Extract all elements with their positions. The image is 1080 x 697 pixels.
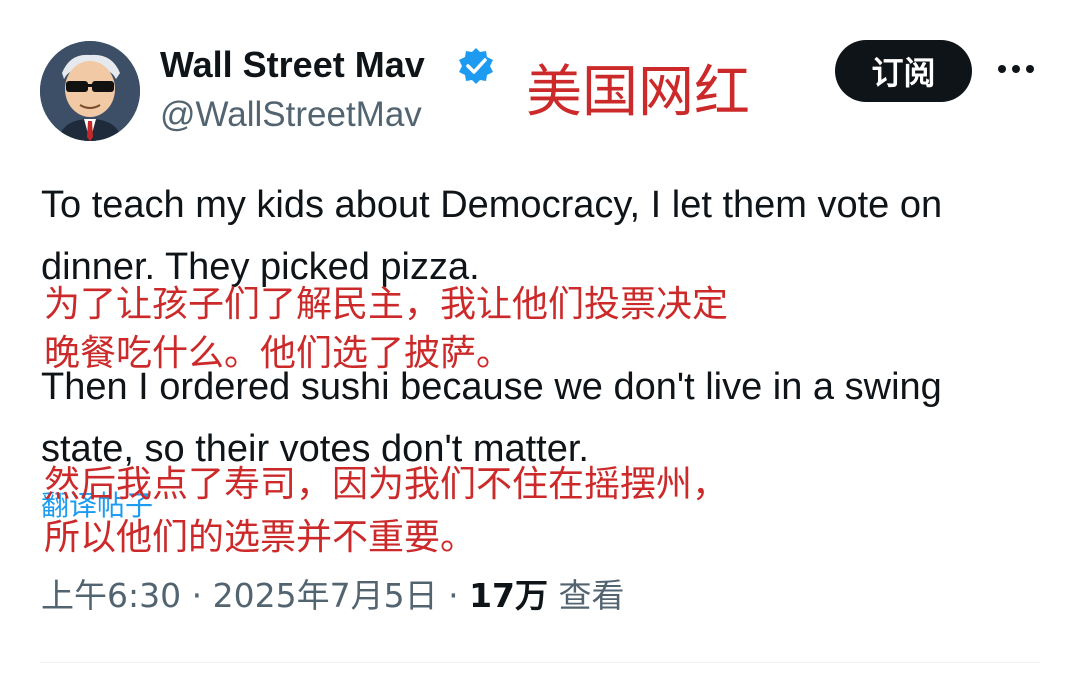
annotation-line: 为了让孩子们了解民主，我让他们投票决定 bbox=[44, 284, 729, 325]
annotation-line: 所以他们的选票并不重要。 bbox=[44, 517, 477, 558]
views-count[interactable]: 17万 bbox=[469, 576, 548, 615]
handle[interactable]: @WallStreetMav bbox=[160, 92, 422, 138]
annotation-line: 然后我点了寿司，因为我们不住在摇摆州， bbox=[44, 464, 729, 505]
subscribe-button[interactable]: 订阅 bbox=[835, 40, 972, 102]
more-horizontal-icon[interactable] bbox=[994, 54, 1038, 84]
tweet-date[interactable]: 2025年7月5日 bbox=[213, 576, 438, 615]
tweet-time[interactable]: 上午6:30 bbox=[41, 576, 181, 615]
verified-badge-icon bbox=[456, 46, 496, 86]
display-name[interactable]: Wall Street Mav bbox=[160, 42, 425, 88]
avatar[interactable] bbox=[40, 41, 140, 141]
views-label: 查看 bbox=[558, 576, 625, 615]
avatar-icon bbox=[40, 41, 140, 141]
divider bbox=[40, 662, 1040, 663]
meta-separator: · bbox=[191, 576, 203, 615]
annotation-header: 美国网红 bbox=[526, 60, 750, 125]
tweet-text-line: Then I ordered sushi because we don't li… bbox=[41, 366, 942, 408]
meta-separator: · bbox=[448, 576, 459, 615]
tweet-text-line: To teach my kids about Democracy, I let … bbox=[41, 184, 943, 226]
tweet-meta: 上午6:30 · 2025年7月5日 · 17万 查看 bbox=[41, 574, 625, 618]
